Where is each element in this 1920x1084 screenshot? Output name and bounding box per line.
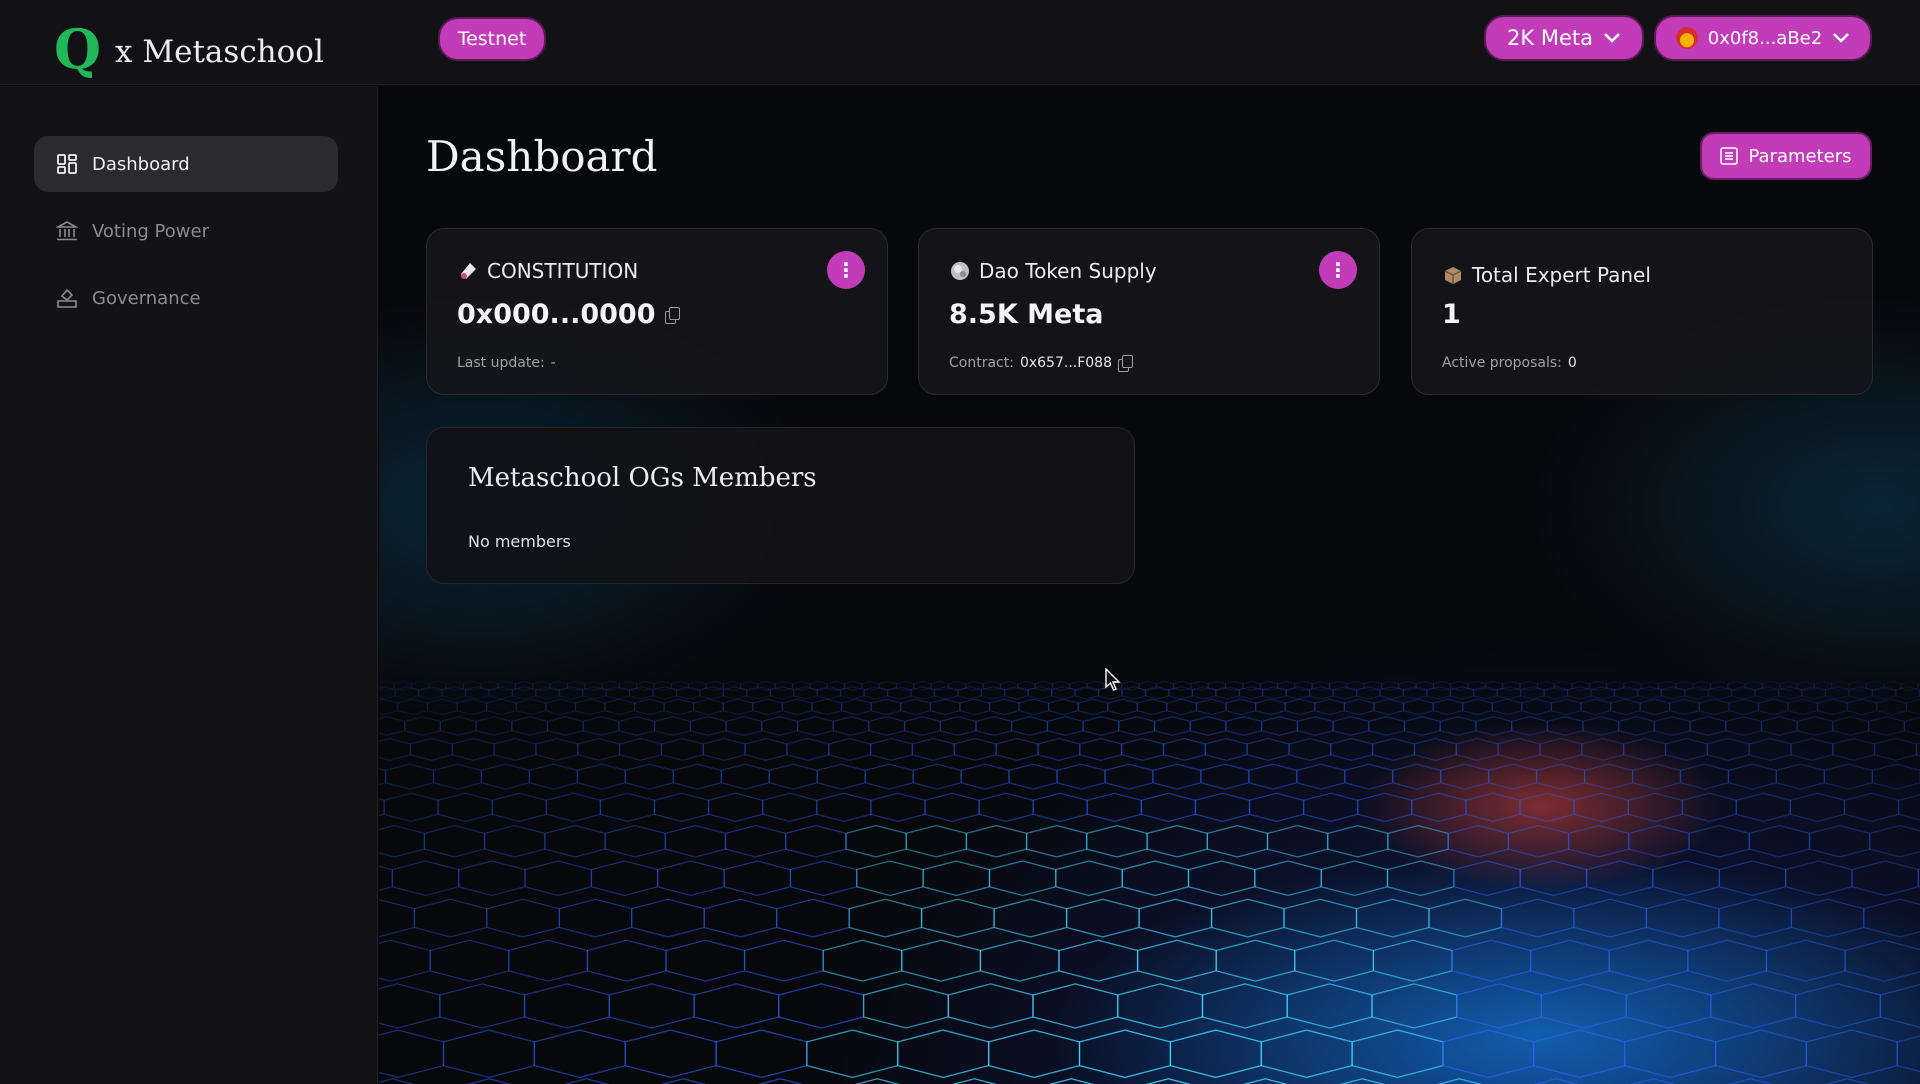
wallet-avatar-icon: [1675, 27, 1698, 49]
card-label: Total Expert Panel: [1472, 263, 1651, 287]
q-logo-icon: Q: [54, 17, 102, 81]
card-menu-button[interactable]: ⋮: [1319, 251, 1357, 289]
card-menu-button[interactable]: ⋮: [827, 251, 865, 289]
copy-icon[interactable]: [1118, 355, 1133, 372]
sidebar-item-voting-power[interactable]: Voting Power: [34, 203, 338, 259]
wallet-dropdown[interactable]: 0x0f8...aBe2: [1654, 15, 1872, 61]
network-button[interactable]: Testnet: [438, 17, 546, 61]
sidebar-item-governance[interactable]: Governance: [34, 270, 338, 326]
sidebar-item-label: Dashboard: [92, 153, 190, 175]
grid-icon: [56, 153, 78, 175]
members-panel: Metaschool OGs Members No members: [426, 427, 1135, 584]
contract-address: 0x657...F088: [1019, 355, 1112, 371]
vote-icon: [56, 287, 78, 309]
balance-label: 2K Meta: [1507, 26, 1593, 50]
page-title: Dashboard: [426, 132, 658, 181]
card-foot-value: -: [550, 355, 556, 371]
network-label: Testnet: [457, 28, 527, 50]
sidebar-item-dashboard[interactable]: Dashboard: [34, 136, 338, 192]
app-logo[interactable]: Q x Metaschool: [54, 22, 324, 76]
expert-panel-card: Total Expert Panel 1 Active proposals: 0: [1411, 228, 1873, 395]
card-foot-label: Active proposals:: [1442, 355, 1562, 371]
logo-text: x Metaschool: [115, 34, 324, 70]
members-title: Metaschool OGs Members: [468, 463, 817, 493]
scroll-icon: [461, 263, 476, 279]
members-empty-text: No members: [468, 532, 571, 551]
box-icon: [1444, 267, 1462, 284]
chevron-down-icon: [1833, 33, 1850, 43]
card-foot-label: Contract:: [949, 355, 1014, 371]
bank-icon: [56, 220, 78, 242]
constitution-card: CONSTITUTION ⋮ 0x000...0000 Last update:…: [426, 228, 888, 395]
card-value: 0x000...0000: [457, 299, 656, 330]
parameters-button[interactable]: Parameters: [1700, 132, 1872, 180]
card-label: Dao Token Supply: [979, 259, 1157, 283]
card-foot-label: Last update:: [457, 355, 545, 371]
parameters-label: Parameters: [1748, 145, 1852, 167]
coin-icon: [951, 262, 969, 280]
card-label: CONSTITUTION: [487, 259, 639, 283]
sidebar: Dashboard Voting Power Governance: [0, 86, 378, 1084]
token-supply-card: Dao Token Supply ⋮ 8.5K Meta Contract: 0…: [918, 228, 1380, 395]
hexagon-background: [379, 680, 1920, 1084]
list-icon: [1720, 147, 1739, 165]
wallet-address: 0x0f8...aBe2: [1707, 27, 1823, 49]
card-value: 1: [1442, 299, 1461, 330]
balance-dropdown[interactable]: 2K Meta: [1484, 15, 1644, 61]
card-value: 8.5K Meta: [949, 299, 1104, 330]
top-bar: Q x Metaschool Testnet 2K Meta 0x0f8...a…: [0, 0, 1920, 85]
mouse-cursor-icon: [1105, 668, 1121, 691]
copy-icon[interactable]: [665, 306, 681, 324]
sidebar-item-label: Voting Power: [92, 220, 209, 242]
chevron-down-icon: [1604, 33, 1620, 43]
card-foot-value: 0: [1567, 355, 1577, 371]
sidebar-item-label: Governance: [92, 287, 201, 309]
